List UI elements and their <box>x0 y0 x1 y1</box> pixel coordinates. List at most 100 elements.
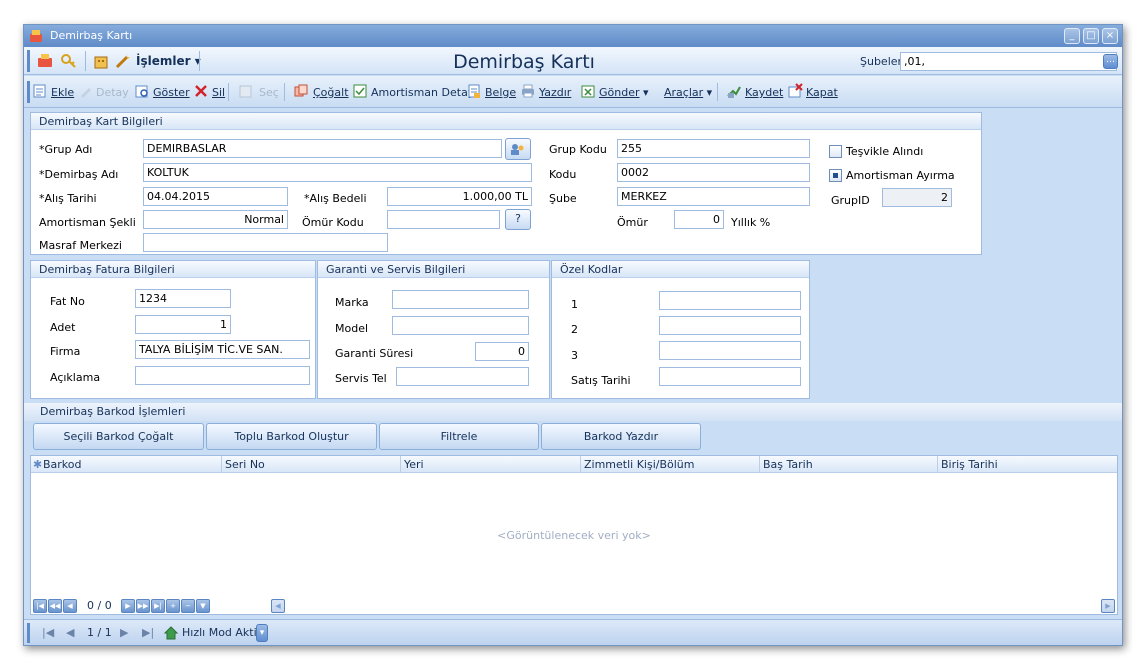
status-next-button[interactable]: ▶ <box>120 626 128 639</box>
sil-button[interactable]: Sil <box>212 86 225 99</box>
yillik-label: Yıllık % <box>731 216 771 229</box>
gonder-button[interactable]: Gönder ▾ <box>599 86 649 99</box>
nav-add-button[interactable]: + <box>166 599 180 613</box>
barkod-yazdir-button[interactable]: Barkod Yazdır <box>541 423 701 450</box>
ekle-button[interactable]: Ekle <box>51 86 74 99</box>
app-icon <box>30 30 42 42</box>
grup-adi-input[interactable]: DEMIRBASLAR <box>143 139 502 158</box>
nav-prev-page-button[interactable]: ◀◀ <box>48 599 62 613</box>
toplu-barkod-olustur-button[interactable]: Toplu Barkod Oluştur <box>206 423 377 450</box>
column-divider <box>221 456 222 473</box>
fat-no-input[interactable]: 1234 <box>135 289 231 308</box>
filtrele-button[interactable]: Filtrele <box>379 423 539 450</box>
toolbar-grip <box>27 623 30 643</box>
adet-input[interactable]: 1 <box>135 315 231 334</box>
minimize-button[interactable]: _ <box>1064 28 1080 44</box>
omur-kodu-label: Ömür Kodu <box>302 216 364 229</box>
close-button[interactable]: × <box>1102 28 1118 44</box>
nav-filter-button[interactable]: ▼ <box>196 599 210 613</box>
garanti-suresi-input[interactable]: 0 <box>475 342 529 361</box>
delete-icon <box>195 85 207 97</box>
nav-last-button[interactable]: ▶| <box>151 599 165 613</box>
secili-barkod-cogalt-button[interactable]: Seçili Barkod Çoğalt <box>33 423 204 450</box>
nav-first-button[interactable]: |◀ <box>33 599 47 613</box>
maximize-button[interactable]: □ <box>1083 28 1099 44</box>
araclar-menu[interactable]: Araçlar ▾ <box>664 86 712 99</box>
action-toolbar: Ekle Detay Göster Sil Seç Çoğalt Amortis… <box>24 76 1122 108</box>
araclar-label: Araçlar <box>664 86 704 99</box>
column-divider <box>937 456 938 473</box>
demirbas-adi-input[interactable]: KOLTUK <box>143 163 532 182</box>
home-icon <box>163 626 179 640</box>
add-icon <box>33 84 46 98</box>
status-first-button[interactable]: |◀ <box>42 626 54 639</box>
status-page: 1 / 1 <box>87 626 112 639</box>
barkod-grid[interactable]: ✱ Barkod Seri No Yeri Zimmetli Kişi/Bölü… <box>30 455 1118 615</box>
nav-prev-button[interactable]: ◀ <box>63 599 77 613</box>
kodu-input[interactable]: 0002 <box>617 163 810 182</box>
col-bas-tarih[interactable]: Baş Tarih <box>763 458 813 471</box>
barkod-islemleri-title: Demirbaş Barkod İşlemleri <box>40 405 186 418</box>
goster-button[interactable]: Göster <box>153 86 190 99</box>
col-yeri[interactable]: Yeri <box>404 458 424 471</box>
aciklama-input[interactable] <box>135 366 310 385</box>
tesvik-checkbox[interactable] <box>829 145 842 158</box>
garanti-servis-title: Garanti ve Servis Bilgileri <box>326 263 466 276</box>
status-prev-button[interactable]: ◀ <box>66 626 74 639</box>
cogalt-button[interactable]: Çoğalt <box>313 86 349 99</box>
col-barkod[interactable]: Barkod <box>43 458 82 471</box>
fat-no-label: Fat No <box>50 295 85 308</box>
demirbas-karti-window: Demirbaş Kartı _ □ × İşlemler ▾ Demirbaş… <box>23 24 1123 646</box>
omur-input[interactable]: 0 <box>674 210 724 229</box>
alis-bedeli-label: *Alış Bedeli <box>304 192 367 205</box>
ozel-kod-2-input[interactable] <box>659 316 801 335</box>
ozel-kod-3-input[interactable] <box>659 341 801 360</box>
kapat-button[interactable]: Kapat <box>806 86 838 99</box>
masraf-merkezi-input[interactable] <box>143 233 388 252</box>
fatura-bilgileri-title: Demirbaş Fatura Bilgileri <box>39 263 175 276</box>
amortisman-ayirma-label: Amortisman Ayırma <box>846 169 955 182</box>
marka-input[interactable] <box>392 290 529 309</box>
grup-adi-lookup-button[interactable] <box>505 138 531 160</box>
firma-label: Firma <box>50 345 81 358</box>
status-last-button[interactable]: ▶| <box>142 626 154 639</box>
model-label: Model <box>335 322 369 335</box>
adet-label: Adet <box>50 321 76 334</box>
satis-tarihi-input[interactable] <box>659 367 801 386</box>
marka-label: Marka <box>335 296 369 309</box>
ozel-kod-1-input[interactable] <box>659 291 801 310</box>
kaydet-button[interactable]: Kaydet <box>745 86 783 99</box>
sube-input[interactable]: MERKEZ <box>617 187 810 206</box>
nav-next-page-button[interactable]: ▶▶ <box>136 599 150 613</box>
subeler-ellipsis-button[interactable]: … <box>1103 54 1118 69</box>
subeler-input[interactable]: ,01, <box>900 52 1117 71</box>
alis-bedeli-input[interactable]: 1.000,00 TL <box>387 187 532 206</box>
nav-next-button[interactable]: ▶ <box>121 599 135 613</box>
panel-header: Garanti ve Servis Bilgileri <box>318 261 549 278</box>
sec-button[interactable]: Seç <box>259 86 279 99</box>
servis-tel-input[interactable] <box>396 367 529 386</box>
servis-tel-label: Servis Tel <box>335 372 387 385</box>
nav-delete-button[interactable]: − <box>181 599 195 613</box>
save-icon <box>727 86 741 98</box>
omur-kodu-input[interactable] <box>387 210 500 229</box>
amortisman-sekli-select[interactable]: Normal <box>143 210 288 229</box>
alis-tarihi-input[interactable]: 04.04.2015 <box>143 187 288 206</box>
amortisman-detay-button[interactable]: Amortisman Detay <box>371 86 474 99</box>
omur-kodu-lookup-button[interactable]: ? <box>505 209 531 230</box>
col-biris-tarihi[interactable]: Biriş Tarihi <box>941 458 998 471</box>
firma-input[interactable]: TALYA BİLİŞİM TİC.VE SAN. <box>135 340 310 359</box>
grup-kodu-input[interactable]: 255 <box>617 139 810 158</box>
send-icon <box>581 85 595 98</box>
belge-button[interactable]: Belge <box>485 86 516 99</box>
hizli-mod-dropdown-icon[interactable]: ▾ <box>256 624 268 642</box>
amortisman-ayirma-checkbox[interactable] <box>829 169 842 182</box>
detay-button[interactable]: Detay <box>96 86 129 99</box>
model-input[interactable] <box>392 316 529 335</box>
hscroll-right-button[interactable]: ▶ <box>1101 599 1115 613</box>
col-seri-no[interactable]: Seri No <box>225 458 265 471</box>
yazdir-button[interactable]: Yazdır <box>539 86 571 99</box>
hizli-mod-button[interactable]: Hızlı Mod Aktif <box>182 626 261 639</box>
hscroll-left-button[interactable]: ◀ <box>271 599 285 613</box>
col-zimmetli[interactable]: Zimmetli Kişi/Bölüm <box>584 458 695 471</box>
